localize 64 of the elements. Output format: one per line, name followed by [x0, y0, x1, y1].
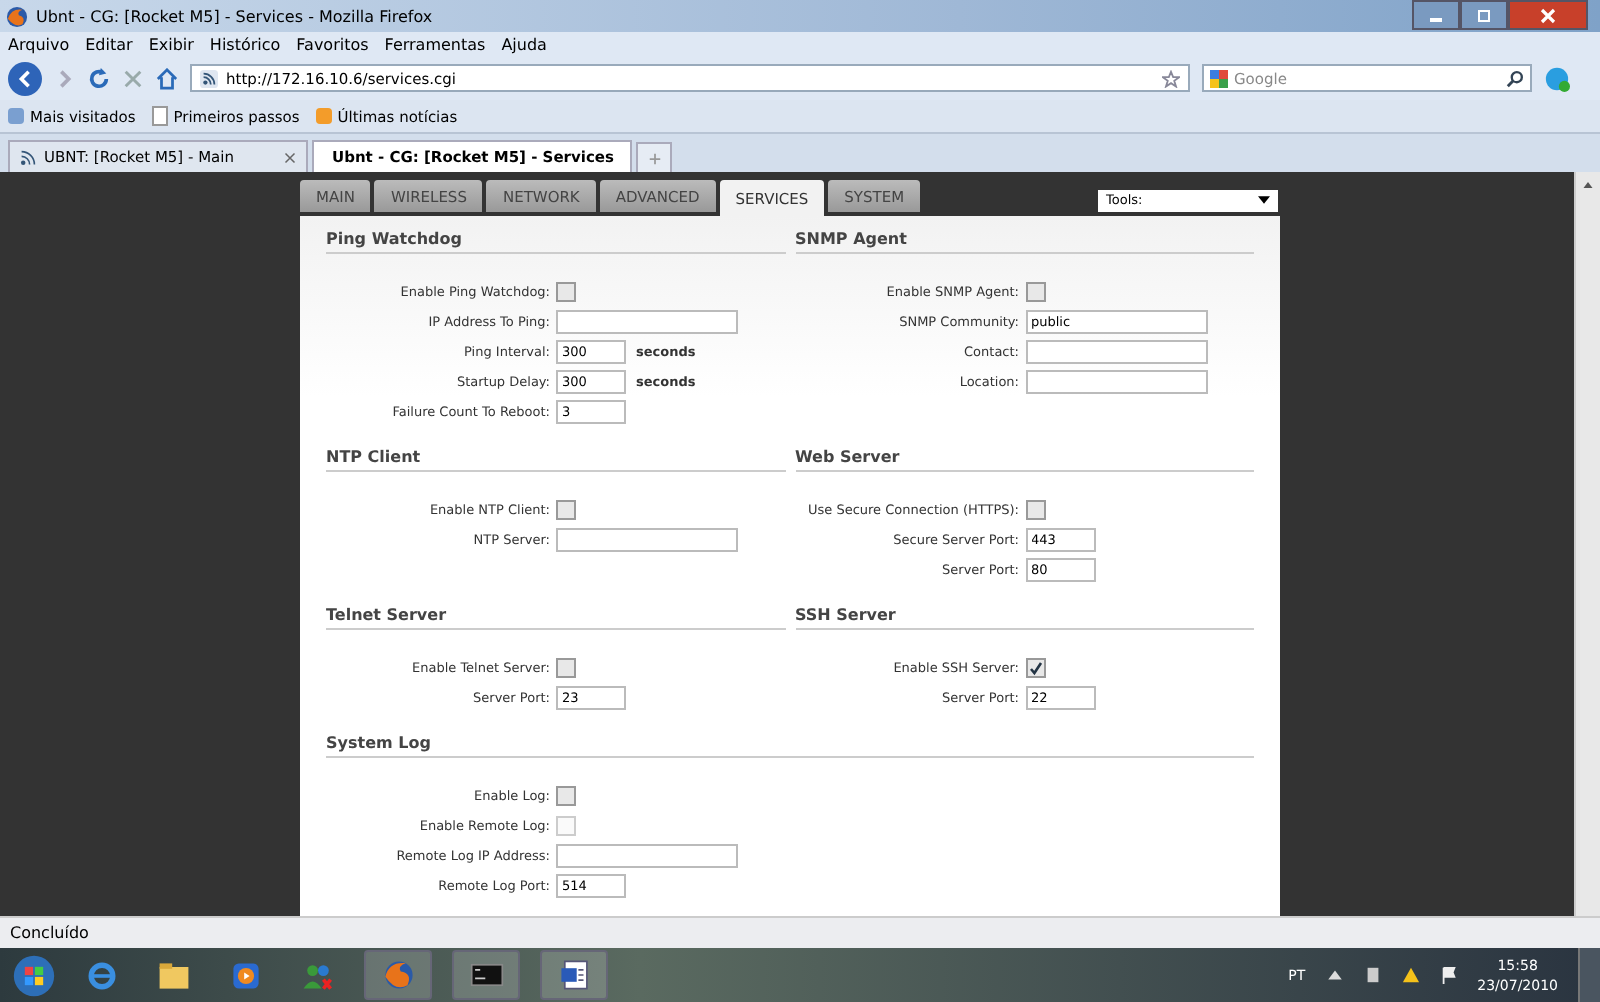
section-title: Telnet Server	[326, 600, 785, 630]
maximize-button[interactable]	[1460, 0, 1508, 30]
dropdown-caret-icon	[1258, 196, 1270, 204]
menu-item[interactable]: Favoritos	[296, 35, 369, 53]
close-icon[interactable]	[284, 151, 296, 163]
menu-item[interactable]: Ajuda	[501, 35, 547, 53]
search-engine-icon	[1210, 69, 1228, 87]
network-warning-icon[interactable]	[1401, 966, 1420, 984]
checkbox[interactable]	[556, 282, 576, 302]
firefox-icon	[381, 958, 415, 992]
menu-item[interactable]: Arquivo	[8, 35, 70, 53]
scroll-up-arrow-icon[interactable]	[1582, 180, 1594, 190]
checkbox[interactable]	[1025, 658, 1045, 678]
section-title: Ping Watchdog	[326, 224, 785, 254]
chat-icon[interactable]	[1544, 65, 1570, 91]
plus-icon	[647, 151, 661, 165]
checkbox[interactable]	[1025, 282, 1045, 302]
status-text: Concluído	[10, 924, 89, 942]
close-button[interactable]	[1508, 0, 1588, 30]
checkbox[interactable]	[556, 658, 576, 678]
menu-item[interactable]: Histórico	[209, 35, 281, 53]
show-desktop-button[interactable]	[1578, 948, 1600, 1002]
text-field[interactable]	[1025, 340, 1207, 364]
terminal-icon	[469, 958, 503, 992]
taskbar-button[interactable]	[452, 950, 520, 1000]
text-field[interactable]	[556, 528, 738, 552]
new-tab-button[interactable]	[636, 142, 672, 172]
home-icon[interactable]	[156, 67, 178, 89]
media-player-icon[interactable]	[228, 957, 264, 993]
star-icon[interactable]	[1162, 69, 1180, 87]
reload-icon[interactable]	[88, 67, 110, 89]
scrollbar[interactable]	[1574, 172, 1600, 916]
checkbox[interactable]	[1025, 500, 1045, 520]
section-title: System Log	[326, 728, 1254, 758]
back-button[interactable]	[8, 61, 42, 95]
folder-icon[interactable]	[156, 957, 192, 993]
search-icon[interactable]	[1506, 69, 1524, 87]
text-field[interactable]	[556, 844, 738, 868]
text-field[interactable]	[1025, 370, 1207, 394]
stop-icon[interactable]	[122, 67, 144, 89]
close-icon	[1540, 7, 1556, 23]
section-title: Web Server	[795, 442, 1254, 472]
minimize-button[interactable]	[1412, 0, 1460, 30]
section-title: NTP Client	[326, 442, 785, 472]
taskbar-button[interactable]	[540, 950, 608, 1000]
rss-icon	[20, 149, 36, 165]
section-title: SNMP Agent	[795, 224, 1254, 254]
document-icon	[557, 958, 591, 992]
window-title: Ubnt - CG: [Rocket M5] - Services - Mozilla Firefox	[36, 7, 435, 25]
browser-e-icon[interactable]	[84, 957, 120, 993]
flag-icon[interactable]	[1439, 966, 1458, 984]
checkbox[interactable]	[556, 786, 576, 806]
menu-item[interactable]: Exibir	[148, 35, 194, 53]
menu-item[interactable]: Editar	[85, 35, 133, 53]
rss-icon	[200, 69, 218, 87]
browser-logo-icon	[6, 5, 28, 27]
maximize-icon	[1476, 7, 1492, 23]
text-field[interactable]	[556, 310, 738, 334]
menu-item[interactable]: Ferramentas	[384, 35, 486, 53]
device-icon[interactable]	[1363, 966, 1382, 984]
caret-up-icon[interactable]	[1325, 966, 1344, 984]
section-title: SSH Server	[795, 600, 1254, 630]
checkbox[interactable]	[556, 500, 576, 520]
start-button[interactable]	[12, 953, 56, 997]
